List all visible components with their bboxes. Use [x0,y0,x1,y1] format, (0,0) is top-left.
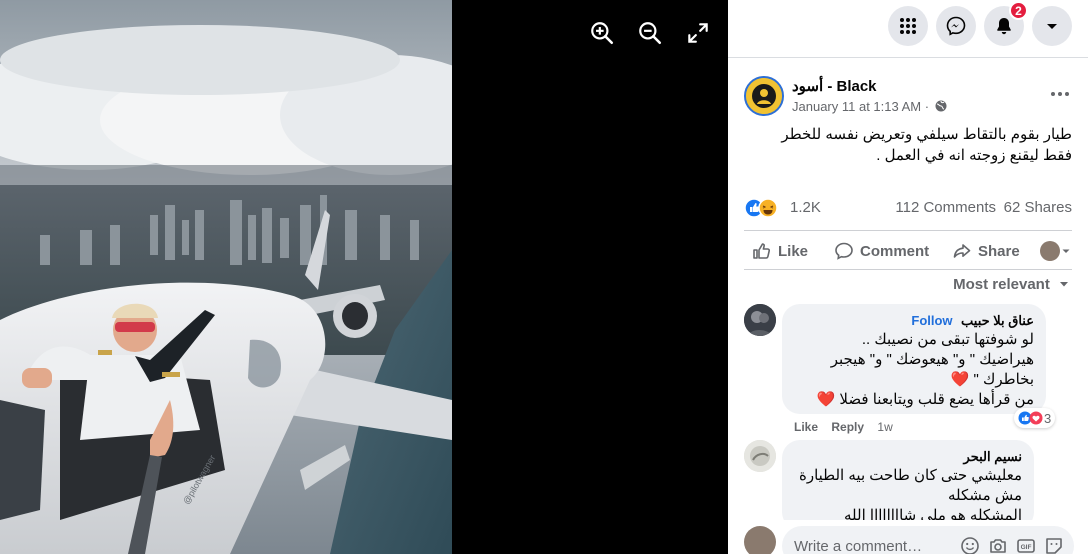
page-avatar[interactable] [744,76,784,116]
comment-input[interactable]: Write a comment… GIF [782,526,1074,554]
emoji-icon[interactable] [960,536,980,554]
like-love-reactions-icon [1018,411,1043,425]
comment-icon [835,242,853,260]
comment-reply-button[interactable]: Reply [831,420,864,434]
commenter-avatar[interactable] [744,304,776,336]
globe-icon [935,100,947,112]
comment-label: Comment [860,242,930,260]
post-photo[interactable]: @pilotwagner [0,0,452,554]
comment-age[interactable]: 1w [877,420,892,434]
reactions-count[interactable]: 1.2K [790,199,821,216]
caret-down-icon [1047,24,1057,29]
messenger-icon [946,16,966,36]
comment-line: بخاطرك " ❤️ [950,371,1034,388]
user-avatar [1040,241,1060,261]
comment-author[interactable]: عناق بلا حبيب [961,313,1034,328]
comment-line: من قرأها يضع قلب ويتابعنا فضلا ❤️ [816,391,1034,408]
comment-placeholder: Write a comment… [794,537,923,554]
like-button[interactable]: Like [752,235,808,267]
more-dots-icon [1051,92,1069,96]
comment-line: مش مشكله [947,487,1022,504]
photo-viewer: @pilotwagner [0,0,728,554]
fullscreen-icon [688,23,708,43]
comment-button[interactable]: Comment [834,235,929,267]
caret-down-icon [1060,282,1068,287]
comment-item: نسيم البحر معليشي حتى كان طاحت بيه الطيا… [744,440,1074,520]
comment-reaction-count: 3 [1044,410,1052,426]
svg-text:GIF: GIF [1021,544,1032,551]
commenter-avatar[interactable] [744,440,776,472]
comment-line: لو شوفتها تبقى من نصيبك .. [861,331,1034,348]
comment-author[interactable]: نسيم البحر [964,449,1022,464]
notifications-badge: 2 [1009,1,1028,20]
current-user-avatar[interactable] [744,526,776,554]
top-navigation: 2 [728,0,1088,58]
photo-illustration: @pilotwagner [0,0,452,554]
comment-actions: Like Reply 1w [794,420,903,434]
post-options-button[interactable] [1046,82,1074,106]
comment-line: هيراضيك " و" هيعوضك " و" هيجبر [830,351,1034,368]
comment-line: المشكله هو ملى شاااااااا الله [844,507,1022,520]
comment-sort-dropdown[interactable]: Most relevant [953,276,1070,293]
notifications-button[interactable]: 2 [984,1,1028,46]
comment-bubble: عناق بلا حبيب Follow لو شوفتها تبقى من ن… [782,304,1046,414]
reaction-icons[interactable] [744,198,784,218]
follow-button[interactable]: Follow [911,313,952,328]
shares-count[interactable]: 62 Shares [1004,199,1072,216]
zoom-out-button[interactable] [637,20,663,46]
comment-like-button[interactable]: Like [794,420,818,434]
post-text: طيار بقوم بالتقاط سيلفي وتعريض نفسه للخط… [744,124,1072,166]
comments-count[interactable]: 112 Comments [895,199,996,216]
page-name[interactable]: أسود - Black [792,77,877,95]
share-label: Share [978,242,1020,260]
zoom-out-icon [639,22,662,45]
thumbs-up-icon [753,243,771,259]
post-actions: Like Comment Share [744,230,1072,270]
gif-icon[interactable]: GIF [1016,536,1036,554]
zoom-in-button[interactable] [589,20,615,46]
post-header: أسود - Black January 11 at 1:13 AM · [744,74,1074,118]
commenter-photo [744,440,776,472]
post-text-line: فقط ليقنع زوجته انه في العمل . [876,147,1072,164]
sticker-icon[interactable] [1044,536,1064,554]
comment-composer: Write a comment… GIF [744,526,1074,554]
post-time-text[interactable]: January 11 at 1:13 AM · [792,99,929,114]
messenger-button[interactable] [936,6,976,46]
post-timestamp[interactable]: January 11 at 1:13 AM · [792,99,947,114]
like-label: Like [778,242,809,260]
comment-bubble: نسيم البحر معليشي حتى كان طاحت بيه الطيا… [782,440,1034,520]
zoom-in-icon [591,22,614,45]
fullscreen-button[interactable] [685,20,711,46]
reactions-summary: 1.2K 112 Comments 62 Shares [744,196,1072,220]
post-text-line: طيار بقوم بالتقاط سيلفي وتعريض نفسه للخط… [781,126,1072,143]
comment-item: عناق بلا حبيب Follow لو شوفتها تبقى من ن… [744,304,1074,438]
sort-label: Most relevant [953,276,1050,293]
caret-down-icon [1062,249,1070,253]
share-icon [953,244,971,258]
post-details-pane: 2 أسود - Black January 11 at 1:13 AM · ط… [728,0,1088,554]
reaction-as-button[interactable] [1040,239,1072,263]
account-menu-button[interactable] [1032,6,1072,46]
share-button[interactable]: Share [952,235,1020,267]
bell-icon [997,18,1011,35]
menu-button[interactable] [888,6,928,46]
camera-icon[interactable] [988,536,1008,554]
comment-line: معليشي حتى كان طاحت بيه الطيارة [798,467,1022,484]
commenter-photo [744,304,776,336]
comment-reactions[interactable]: 3 [1014,408,1056,428]
page-logo [746,78,782,114]
grid-menu-icon [900,18,916,34]
